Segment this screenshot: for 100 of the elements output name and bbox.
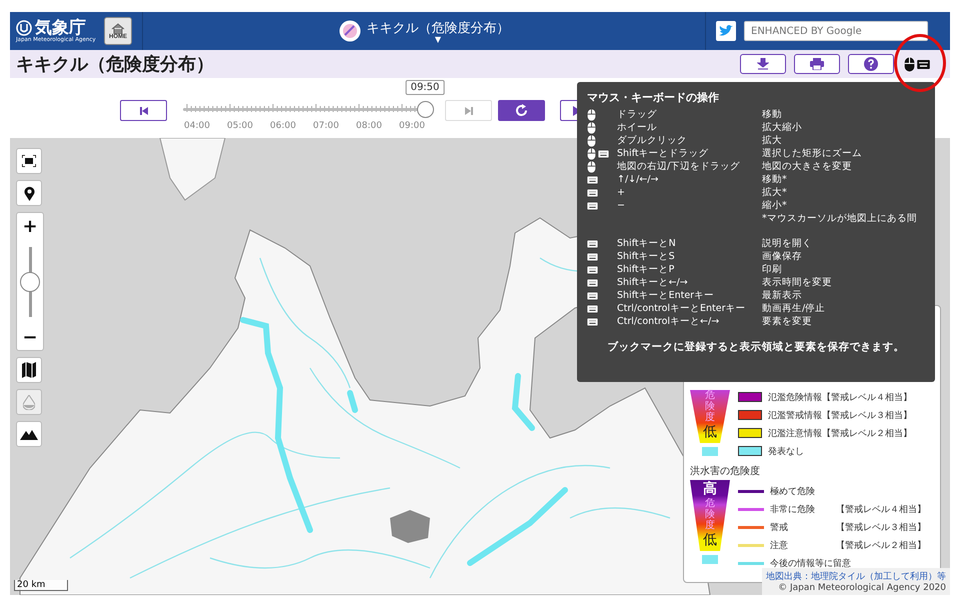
question-icon [864,57,878,71]
shortcut-action: 縮小* [762,199,788,212]
legend-level-note: 【警戒レベル２相当】 [836,540,926,552]
app-logo-icon [338,20,360,42]
zoom-out-button[interactable]: − [17,324,43,350]
none-swatch [702,447,718,456]
time-tick-label: 08:00 [356,121,382,131]
shortcut-keys: 地図の右辺/下辺をドラッグ [617,160,762,173]
legend-label: 今後の情報等に留意 [770,558,851,570]
shortcut-keys: + [617,186,762,199]
layer-button[interactable] [16,421,42,447]
help-button[interactable] [848,54,894,74]
shortcut-action: 選択した矩形にズーム [762,147,863,160]
mouse-icon [587,134,596,146]
location-pin-icon [24,186,34,200]
high-label: 高 [703,480,717,498]
shortcut-note: *マウスカーソルが地図上にある間 [762,212,918,225]
legend-level-note: 【警戒レベル４相当】 [836,504,926,516]
mouse-icon [587,160,596,172]
search-field[interactable]: ENHANCED BY Google [744,21,928,41]
shortcut-action: 拡大縮小 [762,121,803,134]
shortcut-action: 説明を開く [762,237,813,250]
time-tick-label: 04:00 [184,121,210,131]
low-label: 低 [703,423,717,441]
shortcut-keys: Shiftキーとドラッグ [617,147,762,160]
legend-label: 非常に危険 [770,504,816,516]
print-button[interactable] [794,54,840,74]
shortcut-action: 地図の大きさを変更 [762,160,853,173]
app-menu-dropdown[interactable]: キキクル（危険度分布） ▼ [366,19,510,43]
copyright-text: © Japan Meteorological Agency 2020 [778,583,946,593]
house-icon [111,22,125,34]
slider-thumb[interactable] [417,101,434,118]
keyboard-icon [587,202,598,210]
download-icon [757,58,769,70]
shortcut-action: 最新表示 [762,289,803,302]
shortcut-action: 要素を変更 [762,315,813,328]
legend-label: 注意 [770,540,789,552]
shortcut-action: 画像保存 [762,250,803,263]
location-button[interactable] [16,180,42,206]
legend-label: 警戒 [770,522,789,534]
shortcut-keys: ホイール [617,121,762,134]
danger-label: 危険度 [705,498,715,531]
shortcut-keys: ダブルクリック [617,134,762,147]
skip-forward-icon [464,106,474,116]
water-drop-icon [23,394,35,410]
danger-label: 危険度 [705,390,715,423]
bird-icon[interactable] [716,21,736,41]
legend-label: 氾濫危険情報【警戒レベル４相当】 [768,392,912,404]
printer-icon [810,58,824,70]
folded-map-icon [22,362,36,378]
attribution-link[interactable]: 地図出典：地理院タイル（加工して利用）等 [766,570,946,583]
legend-title: 洪水害の危険度 [690,464,761,478]
first-frame-button[interactable] [120,100,167,121]
time-tick-label: 05:00 [227,121,253,131]
mountain-icon [20,428,38,440]
refresh-button[interactable] [498,100,545,121]
current-time-label: 09:50 [406,80,444,95]
shortcut-action: 拡大* [762,186,788,199]
zoom-in-button[interactable]: + [17,213,43,239]
keyboard-icon [587,292,598,300]
scale-bar: 20 km [14,580,68,591]
shortcut-keys: Ctrl/controlキーと←/→ [617,315,762,328]
keyboard-icon [587,240,598,248]
none-swatch [702,555,718,564]
keyboard-icon [587,304,598,312]
download-button[interactable] [740,54,786,74]
keyboard-icon [587,278,598,286]
refresh-icon [515,104,528,117]
shortcut-action: 印刷 [762,263,783,276]
legend-level-note: 【警戒レベル３相当】 [836,522,926,534]
shortcut-keys: − [617,199,762,212]
zoom-control[interactable]: + − [16,212,44,351]
page-title: キキクル（危険度分布） [16,53,215,76]
layer-button[interactable] [16,357,42,383]
mouse-keyboard-help-button[interactable] [904,56,930,72]
shortcut-action: 動画再生/停止 [762,302,826,315]
zoom-slider-thumb[interactable] [20,272,40,292]
shortcut-action: 拡大 [762,134,783,147]
shortcut-action: 移動 [762,108,783,121]
fullscreen-button[interactable] [16,148,42,174]
time-tick-label: 06:00 [270,121,296,131]
popup-footer: ブックマークに登録すると表示領域と要素を保存できます。 [587,340,925,354]
keyboard-icon [587,188,598,196]
mouse-icon [904,56,915,72]
agency-logo[interactable]: 気象庁 [16,19,94,37]
keyboard-icon [917,60,930,68]
keyboard-icon [598,150,609,158]
shortcut-keys: ShiftキーとN [617,237,762,250]
shortcut-keys: ↑/↓/←/→ [617,173,762,186]
legend-label: 氾濫注意情報【警戒レベル２相当】 [768,428,912,440]
legend-label: 氾濫警戒情報【警戒レベル３相当】 [768,410,912,422]
time-slider[interactable] [183,101,434,118]
keyboard-icon [587,318,598,326]
keyboard-icon [587,252,598,260]
shortcut-keys: ShiftキーとP [617,263,762,276]
fullscreen-icon [22,155,36,167]
low-label: 低 [703,531,717,549]
mouse-icon [587,108,596,120]
mouse-icon [587,122,596,134]
highlight-circle [894,34,946,92]
